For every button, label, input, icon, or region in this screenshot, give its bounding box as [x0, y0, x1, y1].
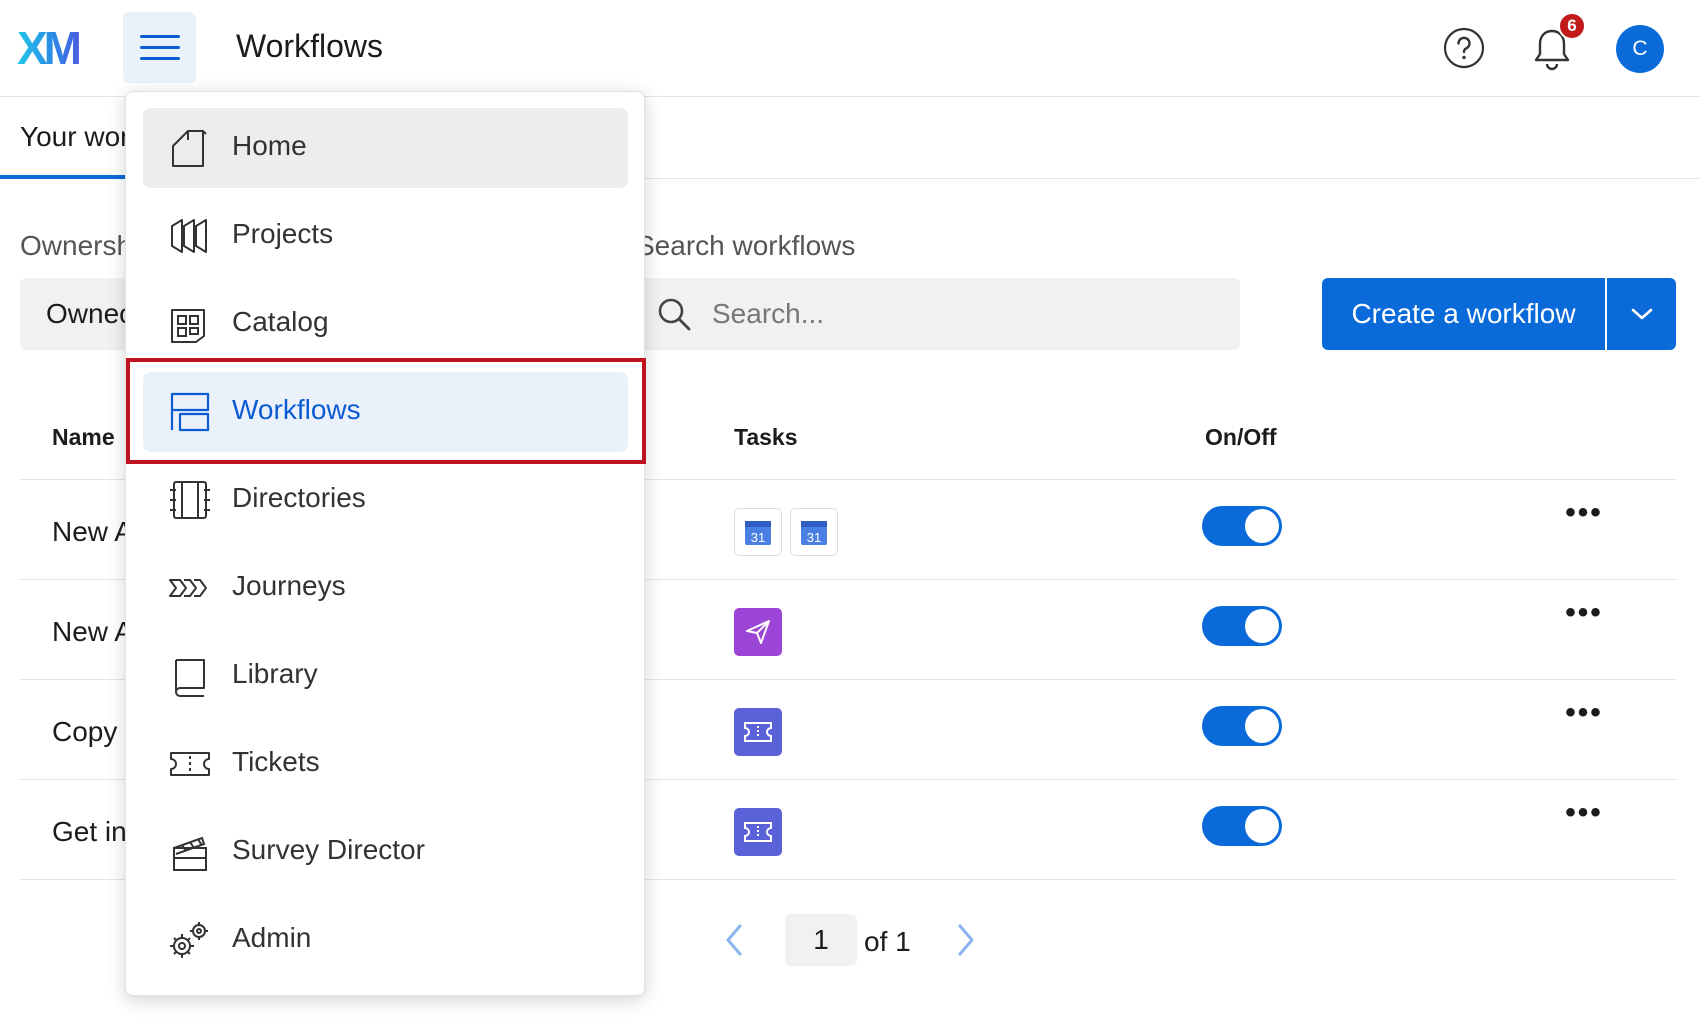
nav-item-tickets[interactable]: Tickets [143, 724, 628, 804]
nav-item-label: Projects [232, 218, 334, 249]
ownership-label: Ownersh [20, 230, 133, 261]
nav-item-label: Library [232, 658, 318, 689]
nav-item-label: Home [232, 130, 307, 161]
ticket-icon [734, 808, 782, 856]
search-icon [658, 298, 691, 331]
home-icon [172, 130, 207, 167]
calendar-icon: 31 [734, 508, 782, 556]
nav-item-label: Survey Director [232, 834, 425, 865]
column-header-name[interactable]: Name [52, 424, 115, 451]
svg-text:XM: XM [17, 26, 80, 70]
svg-text:31: 31 [807, 530, 821, 545]
task-icons [734, 708, 782, 756]
journeys-icon [169, 579, 207, 597]
nav-item-survey-director[interactable]: Survey Director [143, 812, 628, 892]
nav-item-home[interactable]: Home [143, 108, 628, 188]
page-title: Workflows [236, 28, 383, 64]
directories-icon [170, 481, 210, 519]
nav-item-library[interactable]: Library [143, 636, 628, 716]
nav-item-directories[interactable]: Directories [143, 460, 628, 540]
svg-text:31: 31 [751, 530, 765, 545]
notification-badge: 6 [1558, 12, 1586, 40]
main-menu-button[interactable] [123, 12, 196, 83]
navigation-menu: Home Projects Catalog Workflows Director… [125, 91, 645, 996]
toggle-knob [1245, 609, 1279, 643]
tickets-icon [170, 752, 210, 776]
ticket-icon [734, 708, 782, 756]
more-options-button[interactable]: ••• [1560, 798, 1608, 834]
search-box [636, 278, 1240, 350]
task-icons [734, 808, 782, 856]
workflow-toggle[interactable] [1202, 606, 1282, 646]
workflow-toggle[interactable] [1202, 706, 1282, 746]
nav-item-label: Journeys [232, 570, 346, 601]
task-icons: 31 31 [734, 508, 838, 556]
workflow-name[interactable]: New A [52, 516, 133, 548]
survey-director-icon [173, 836, 207, 871]
nav-item-journeys[interactable]: Journeys [143, 548, 628, 628]
column-header-onoff: On/Off [1205, 424, 1277, 450]
calendar-icon: 31 [790, 508, 838, 556]
highlight-annotation [126, 358, 646, 464]
page-count-label: of 1 [864, 926, 911, 957]
nav-item-projects[interactable]: Projects [143, 196, 628, 276]
menu-bar [139, 57, 180, 60]
toggle-knob [1245, 809, 1279, 843]
workflow-name[interactable]: Get in [52, 816, 127, 848]
search-label: Search workflows [636, 230, 856, 261]
toggle-knob [1245, 709, 1279, 743]
nav-item-admin[interactable]: Admin [143, 900, 628, 980]
menu-bar [139, 46, 180, 49]
previous-page-chevron-icon[interactable] [720, 922, 748, 958]
nav-item-label: Directories [232, 482, 366, 513]
workflow-toggle[interactable] [1202, 506, 1282, 546]
workflow-toggle[interactable] [1202, 806, 1282, 846]
search-input[interactable] [712, 292, 1212, 336]
create-workflow-dropdown-button[interactable] [1607, 278, 1676, 350]
user-avatar[interactable]: C [1616, 25, 1664, 73]
admin-icon [170, 922, 208, 958]
task-icons [734, 608, 782, 656]
email-icon [734, 608, 782, 656]
nav-item-label: Tickets [232, 746, 320, 777]
more-options-button[interactable]: ••• [1560, 598, 1608, 634]
nav-item-label: Catalog [232, 306, 329, 337]
more-options-button[interactable]: ••• [1560, 498, 1608, 534]
column-header-tasks: Tasks [734, 424, 798, 450]
library-icon [175, 659, 205, 697]
catalog-icon [171, 309, 205, 343]
top-header: XM Workflows 6 C [0, 0, 1700, 97]
chevron-down-icon [1631, 308, 1652, 320]
help-icon[interactable] [1443, 27, 1485, 69]
workflow-name[interactable]: New A [52, 616, 133, 648]
xm-logo[interactable]: XM [17, 26, 97, 70]
next-page-chevron-icon[interactable] [952, 922, 980, 958]
menu-bar [139, 35, 180, 38]
tab-your-workflows[interactable]: Your wor [20, 121, 129, 153]
nav-item-catalog[interactable]: Catalog [143, 284, 628, 364]
workflow-name[interactable]: Copy [52, 716, 117, 748]
toggle-knob [1245, 509, 1279, 543]
create-workflow-button[interactable]: Create a workflow [1322, 278, 1605, 350]
page-number-input[interactable]: 1 [785, 914, 857, 966]
projects-icon [171, 219, 207, 253]
more-options-button[interactable]: ••• [1560, 698, 1608, 734]
nav-item-label: Admin [232, 922, 312, 953]
